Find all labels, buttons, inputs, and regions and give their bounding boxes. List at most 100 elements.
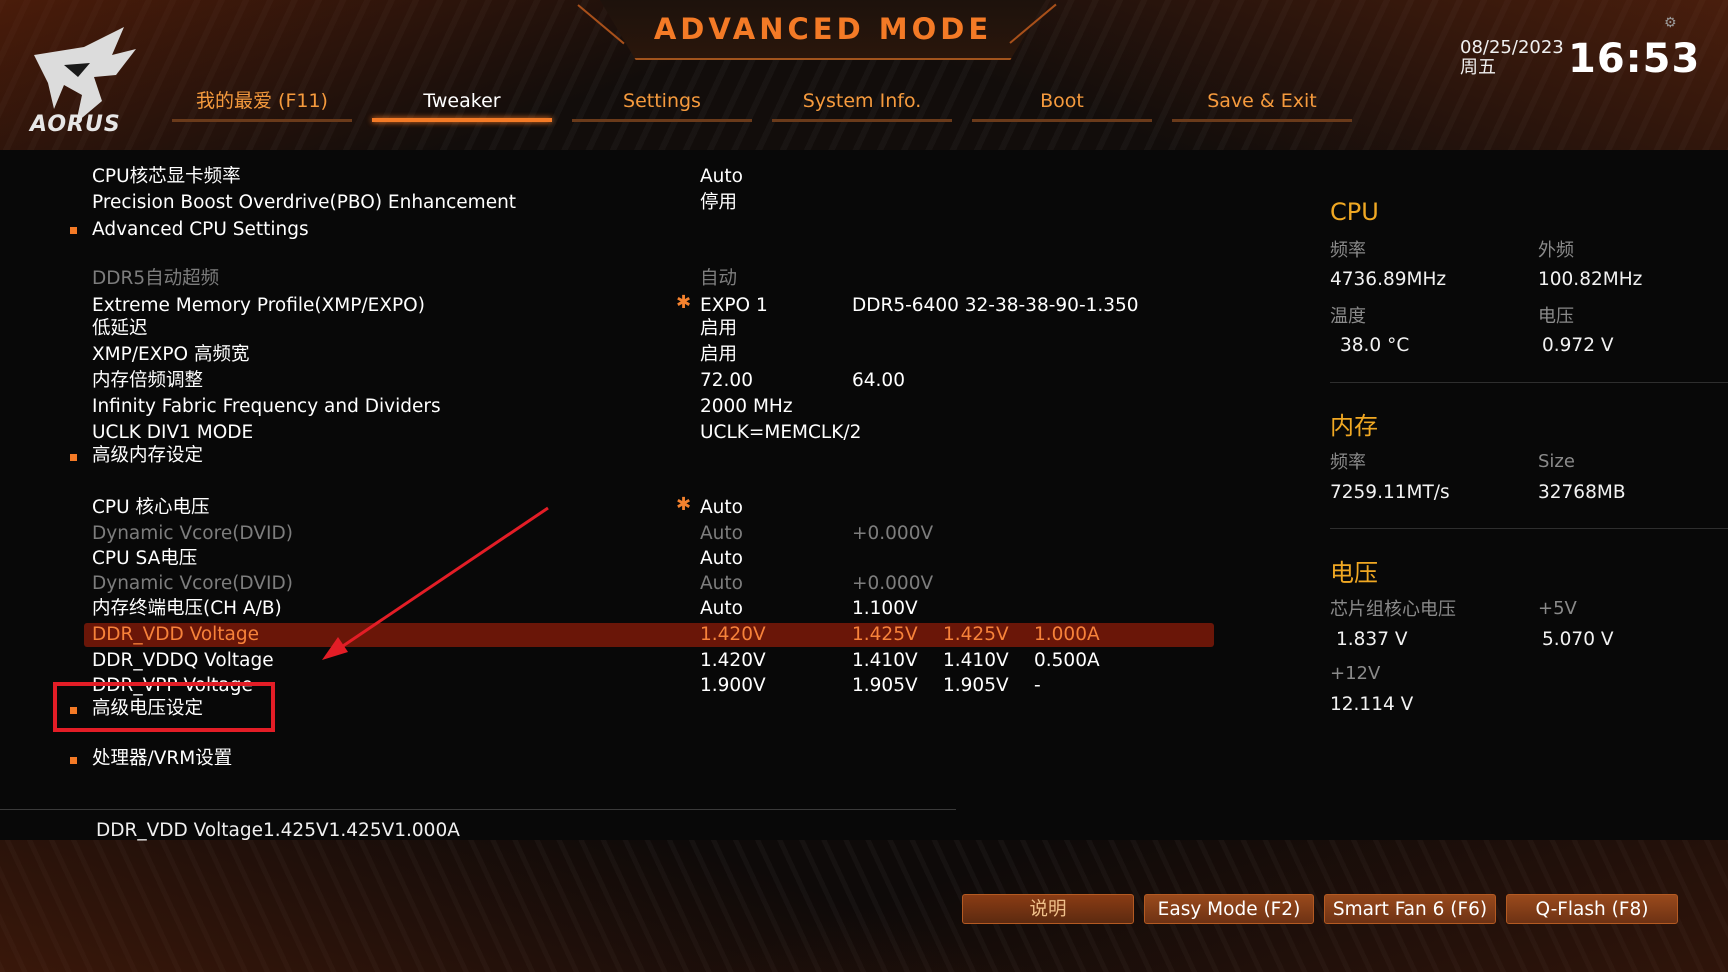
- setting-name: Dynamic Vcore(DVID): [92, 523, 293, 544]
- tab-label: Tweaker: [423, 90, 501, 112]
- setting-value-3: 1.425V: [943, 624, 1009, 645]
- star-icon: ✱: [676, 494, 692, 515]
- setting-name: Precision Boost Overdrive(PBO) Enhanceme…: [92, 192, 517, 213]
- tab-underline: [172, 119, 352, 122]
- cpu-temp-label: 温度: [1330, 306, 1366, 327]
- setting-value: Auto: [700, 166, 743, 187]
- setting-name: 低延迟: [92, 318, 148, 339]
- setting-row[interactable]: CPU SA电压 Auto: [84, 547, 1214, 571]
- tab-label: Boot: [1040, 90, 1084, 112]
- setting-row[interactable]: 内存终端电压(CH A/B) Auto 1.100V: [84, 597, 1214, 621]
- setting-row[interactable]: Precision Boost Overdrive(PBO) Enhanceme…: [84, 191, 1214, 215]
- setting-name: Infinity Fabric Frequency and Dividers: [92, 396, 441, 417]
- qflash-button[interactable]: Q-Flash (F8): [1506, 894, 1678, 924]
- setting-value: Auto: [700, 573, 743, 594]
- setting-row: Dynamic Vcore(DVID) Auto +0.000V: [84, 522, 1214, 546]
- mem-size-value: 32768MB: [1538, 482, 1626, 503]
- setting-value: 1.420V: [700, 650, 766, 671]
- setting-row: Dynamic Vcore(DVID) Auto +0.000V: [84, 572, 1214, 596]
- setting-row[interactable]: 低延迟 启用: [84, 317, 1214, 341]
- annotation-highlight-box: [53, 682, 275, 732]
- setting-value-4: -: [1034, 675, 1041, 696]
- setting-row[interactable]: XMP/EXPO 高频宽 启用: [84, 343, 1214, 367]
- submenu-advanced-memory-settings[interactable]: 高级内存设定: [84, 444, 1214, 468]
- submenu-bullet-icon: [70, 227, 77, 234]
- clock-display: 16:53: [1568, 36, 1701, 82]
- setting-value-2: 1.425V: [852, 624, 918, 645]
- setting-value-4: 1.000A: [1034, 624, 1100, 645]
- setting-value-2: 64.00: [852, 370, 905, 391]
- tab-tweaker[interactable]: Tweaker: [372, 86, 552, 122]
- plus12v-label: +12V: [1330, 663, 1381, 684]
- setting-row[interactable]: CPU 核心电压 ✱ Auto: [84, 494, 1214, 520]
- setting-name: CPU SA电压: [92, 548, 198, 569]
- gear-icon[interactable]: ⚙: [1664, 16, 1678, 30]
- setting-row[interactable]: DDR_VDDQ Voltage 1.420V 1.410V 1.410V 0.…: [84, 649, 1214, 673]
- tab-favorites[interactable]: 我的最爱 (F11): [172, 86, 352, 122]
- setting-value-2: +0.000V: [852, 573, 934, 594]
- setting-value: Auto: [700, 548, 743, 569]
- help-button[interactable]: 说明: [962, 894, 1134, 924]
- monitor-separator: [1330, 528, 1728, 529]
- submenu-bullet-icon: [70, 454, 77, 461]
- tab-settings[interactable]: Settings: [572, 86, 752, 122]
- cpu-volt-value: 0.972 V: [1542, 335, 1614, 356]
- setting-row-selected[interactable]: DDR_VDD Voltage 1.420V 1.425V 1.425V 1.0…: [84, 623, 1214, 647]
- tab-label: Save & Exit: [1207, 90, 1317, 112]
- chipset-voltage-label: 芯片组核心电压: [1330, 599, 1456, 620]
- setting-name: XMP/EXPO 高频宽: [92, 344, 250, 365]
- setting-name: DDR_VDDQ Voltage: [92, 650, 274, 671]
- setting-value-2: 1.905V: [852, 675, 918, 696]
- setting-name: Dynamic Vcore(DVID): [92, 573, 293, 594]
- monitor-voltage-heading: 电压: [1330, 559, 1378, 587]
- tab-underline: [772, 119, 952, 122]
- setting-value: UCLK=MEMCLK/2: [700, 422, 862, 443]
- setting-name: CPU 核心电压: [92, 497, 210, 518]
- brand-logo-text: AORUS: [30, 112, 121, 137]
- setting-value: 停用: [700, 192, 738, 213]
- setting-row[interactable]: UCLK DIV1 MODE UCLK=MEMCLK/2: [84, 421, 1214, 445]
- tab-underline: [572, 119, 752, 122]
- setting-value: 1.900V: [700, 675, 766, 696]
- setting-value: Auto: [700, 598, 743, 619]
- tab-underline: [1172, 119, 1352, 122]
- tab-boot[interactable]: Boot: [972, 86, 1152, 122]
- cpu-bclk-value: 100.82MHz: [1538, 269, 1643, 290]
- tab-underline: [972, 119, 1152, 122]
- setting-name: CPU核芯显卡频率: [92, 166, 241, 187]
- setting-name: Extreme Memory Profile(XMP/EXPO): [92, 295, 425, 316]
- setting-row[interactable]: 内存倍频调整 72.00 64.00: [84, 369, 1214, 393]
- easy-mode-button[interactable]: Easy Mode (F2): [1144, 894, 1314, 924]
- plus5v-label: +5V: [1538, 598, 1577, 619]
- submenu-bullet-icon: [70, 757, 77, 764]
- plus12v-value: 12.114 V: [1330, 694, 1414, 715]
- setting-row[interactable]: CPU核芯显卡频率 Auto: [84, 165, 1214, 189]
- setting-value: Auto: [700, 523, 743, 544]
- setting-row[interactable]: Infinity Fabric Frequency and Dividers 2…: [84, 395, 1214, 419]
- setting-name: 处理器/VRM设置: [92, 748, 233, 769]
- tab-label: 我的最爱 (F11): [196, 90, 328, 112]
- setting-row: DDR5自动超频 自动: [84, 267, 1214, 291]
- setting-name: 内存倍频调整: [92, 370, 204, 391]
- setting-value: Auto: [700, 497, 743, 518]
- cpu-freq-value: 4736.89MHz: [1330, 269, 1447, 290]
- tab-system-info[interactable]: System Info.: [772, 86, 952, 122]
- setting-value-3: 1.410V: [943, 650, 1009, 671]
- submenu-cpu-vrm-settings[interactable]: 处理器/VRM设置: [84, 747, 1214, 771]
- mem-freq-label: 频率: [1330, 452, 1366, 473]
- chipset-voltage-value: 1.837 V: [1336, 629, 1408, 650]
- help-text: DDR_VDD Voltage1.425V1.425V1.000A: [96, 820, 460, 841]
- setting-value: 自动: [700, 268, 738, 289]
- tab-save-exit[interactable]: Save & Exit: [1172, 86, 1352, 122]
- smart-fan-button[interactable]: Smart Fan 6 (F6): [1324, 894, 1496, 924]
- tab-label: Settings: [623, 90, 701, 112]
- submenu-advanced-cpu-settings[interactable]: Advanced CPU Settings: [84, 218, 1214, 242]
- setting-value: 启用: [700, 344, 738, 365]
- setting-row[interactable]: Extreme Memory Profile(XMP/EXPO) ✱ EXPO …: [84, 292, 1214, 318]
- mem-size-label: Size: [1538, 451, 1575, 472]
- setting-value: EXPO 1: [700, 295, 768, 316]
- setting-name: 内存终端电压(CH A/B): [92, 598, 282, 619]
- monitor-memory-heading: 内存: [1330, 412, 1378, 440]
- setting-value-3: 1.905V: [943, 675, 1009, 696]
- monitor-cpu-heading: CPU: [1330, 198, 1379, 226]
